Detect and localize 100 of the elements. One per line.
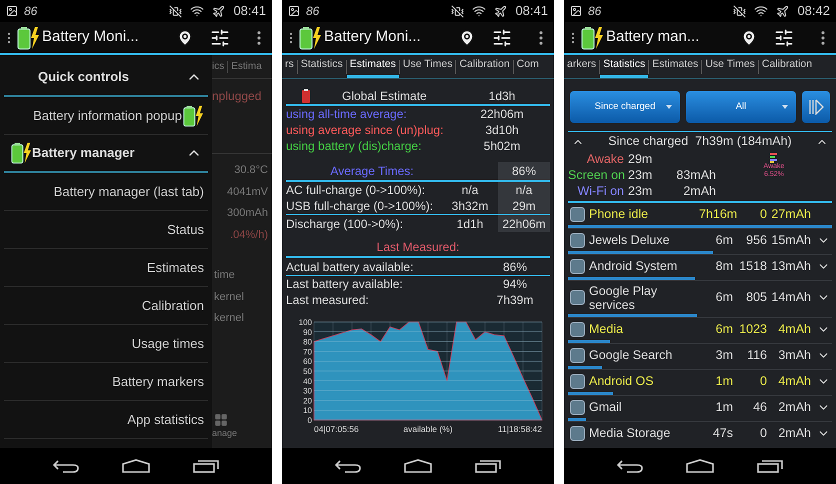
drawer-item[interactable]: Battery markers bbox=[4, 363, 208, 401]
settings-sliders-icon[interactable] bbox=[492, 28, 512, 48]
app-row[interactable]: Media 6m 1023 4mAh bbox=[568, 318, 832, 340]
battery-logo-icon bbox=[580, 26, 604, 50]
drawer-item[interactable]: Battery information popup bbox=[4, 97, 208, 135]
app-icon bbox=[570, 206, 585, 222]
filter-dropdown[interactable]: All bbox=[686, 91, 796, 123]
battery-percent-text: 86 bbox=[306, 3, 320, 20]
row-value: 29m bbox=[498, 198, 550, 214]
app-name: Android System bbox=[589, 259, 678, 273]
row-value: n/a bbox=[498, 182, 550, 198]
row-value: 1d1h bbox=[456, 216, 484, 232]
play-button[interactable] bbox=[802, 91, 830, 123]
stat-time: 23m bbox=[628, 167, 654, 183]
row-label: Last measured: bbox=[286, 292, 370, 309]
section-title: Quick controls bbox=[38, 68, 130, 86]
tab[interactable]: ics bbox=[212, 59, 224, 74]
app-name: Google Play services bbox=[589, 284, 658, 312]
app-name: Google Search bbox=[589, 348, 674, 362]
last-measured-heading: Last Measured: bbox=[286, 238, 550, 258]
recent-apps-icon[interactable] bbox=[192, 459, 219, 473]
drawer-item[interactable]: Usage times bbox=[4, 325, 208, 363]
reading-text: 300mAh bbox=[227, 206, 268, 221]
app-row[interactable]: Gmail 1m 46 2mAh bbox=[568, 396, 832, 418]
home-icon[interactable] bbox=[122, 459, 150, 473]
battery-logo-icon bbox=[182, 104, 204, 126]
row-label: Actual battery available: bbox=[286, 258, 414, 276]
tab[interactable]: rs bbox=[282, 55, 297, 78]
drawer-item[interactable]: Battery manager (last tab) bbox=[4, 173, 208, 211]
app-icon bbox=[570, 400, 585, 414]
y-tick-label: 20 bbox=[303, 396, 313, 406]
drawer-item[interactable]: Calibration bbox=[4, 287, 208, 325]
y-tick-label: 100 bbox=[298, 318, 313, 327]
app-row[interactable]: Android OS 1m 0 4mAh bbox=[568, 370, 832, 392]
home-icon[interactable] bbox=[686, 459, 714, 473]
app-row[interactable]: Media Storage 47s 0 2mAh bbox=[568, 422, 832, 444]
global-estimate-label: Global Estimate bbox=[342, 88, 428, 104]
app-row[interactable]: Google Search 3m 116 3mAh bbox=[568, 344, 832, 366]
grid-icon[interactable] bbox=[214, 412, 228, 426]
drawer-section-header[interactable]: Quick controls bbox=[4, 59, 208, 97]
tab[interactable]: arkers bbox=[564, 55, 600, 78]
app-icon bbox=[570, 290, 585, 305]
filter-dropdown[interactable]: Since charged bbox=[570, 91, 680, 123]
tab[interactable]: Com bbox=[514, 55, 542, 78]
tab[interactable]: Calibration bbox=[758, 55, 816, 78]
clock-text: 08:41 bbox=[515, 2, 548, 20]
app-time: 6m bbox=[714, 320, 733, 338]
global-estimate-value: 1d3h bbox=[488, 88, 516, 104]
stat-label: Screen on bbox=[568, 167, 624, 183]
image-notification-icon bbox=[6, 5, 18, 17]
tab[interactable]: Statistics bbox=[600, 55, 648, 78]
app-name: Android OS bbox=[589, 374, 655, 388]
app-icon bbox=[570, 232, 585, 248]
row-value: 22h06m bbox=[498, 215, 550, 232]
start-time-label: 04|07:05:56 bbox=[314, 424, 359, 434]
drawer-item[interactable]: App statistics bbox=[4, 401, 208, 439]
play-bars-icon bbox=[808, 99, 824, 115]
tab[interactable]: Estima bbox=[231, 59, 262, 74]
y-tick-label: 90 bbox=[303, 328, 313, 337]
app-count: 1518 bbox=[738, 258, 767, 275]
recent-apps-icon[interactable] bbox=[756, 459, 783, 473]
label-text: kernel bbox=[214, 311, 245, 326]
drawer-item[interactable]: Status bbox=[4, 211, 208, 249]
drawer-item[interactable]: Estimates bbox=[4, 249, 208, 287]
tab[interactable]: Use Times bbox=[702, 55, 758, 78]
tab[interactable]: Estimates bbox=[346, 55, 399, 78]
settings-sliders-icon[interactable] bbox=[774, 28, 794, 48]
reading-text: 4041mV bbox=[227, 184, 268, 200]
app-mah: 2mAh bbox=[777, 424, 811, 442]
back-icon[interactable] bbox=[53, 459, 80, 473]
vibrate-off-icon bbox=[451, 4, 464, 18]
image-notification-icon bbox=[570, 5, 582, 17]
app-row[interactable]: Jewels Deluxe 6m 956 15mAh bbox=[568, 229, 832, 251]
y-tick-label: 30 bbox=[303, 386, 313, 396]
x-axis-label: available (%) bbox=[403, 424, 453, 434]
battery-logo-icon bbox=[10, 142, 32, 164]
row-label: AC full-charge (0->100%): bbox=[286, 182, 426, 199]
battery-logo-icon bbox=[16, 26, 40, 50]
app-row[interactable]: Android System 8m 1518 13mAh bbox=[568, 255, 832, 277]
app-mah: 27mAh bbox=[770, 206, 811, 223]
tab[interactable]: Use Times bbox=[400, 55, 456, 78]
estimate-label: using all-time average: bbox=[286, 106, 408, 123]
tab[interactable]: Calibration bbox=[456, 55, 513, 78]
app-count: 0 bbox=[759, 424, 767, 442]
battery-percent-text: 86 bbox=[588, 3, 602, 20]
wifi-icon bbox=[190, 4, 204, 18]
app-row[interactable]: Phone idle 7h16m 0 27mAh bbox=[568, 203, 832, 225]
app-row[interactable]: Google Play services 6m 805 14mAh bbox=[568, 281, 832, 314]
stat-time: 23m bbox=[628, 183, 654, 199]
stat-time: 29m bbox=[628, 151, 654, 167]
tab[interactable]: Estimates bbox=[649, 55, 702, 78]
drawer-section-header[interactable]: Battery manager bbox=[4, 135, 208, 173]
row-value: 86% bbox=[502, 258, 528, 276]
back-icon[interactable] bbox=[335, 459, 362, 473]
settings-sliders-icon[interactable] bbox=[210, 28, 230, 48]
home-icon[interactable] bbox=[404, 459, 432, 473]
back-icon[interactable] bbox=[617, 459, 644, 473]
app-name: Media bbox=[589, 322, 624, 336]
tab[interactable]: Statistics bbox=[298, 55, 346, 78]
recent-apps-icon[interactable] bbox=[474, 459, 501, 473]
